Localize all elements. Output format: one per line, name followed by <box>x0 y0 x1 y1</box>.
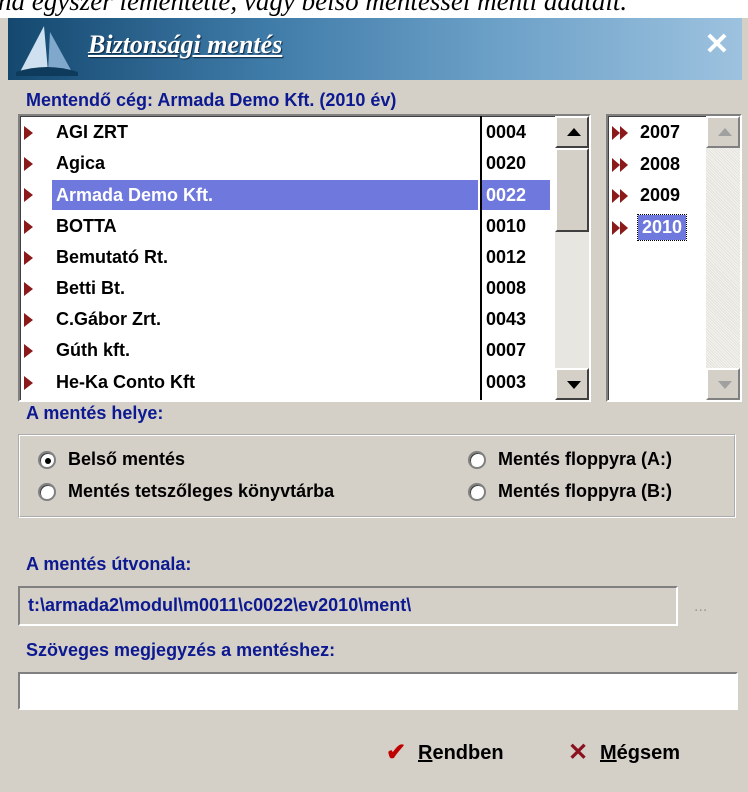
radio-dot <box>45 458 51 464</box>
armada-logo-icon <box>16 26 78 76</box>
company-code: 0004 <box>486 122 527 142</box>
arrow-up-icon <box>718 128 732 136</box>
company-row[interactable]: Betti Bt. 0008 <box>20 274 556 304</box>
path-field: t:\armada2\modul\m0011\c0022\ev2010\ment… <box>18 586 678 626</box>
company-name: Betti Bt. <box>56 278 125 298</box>
company-row[interactable]: C.Gábor Zrt. 0043 <box>20 305 556 335</box>
year-scroll-up-button[interactable] <box>706 116 740 148</box>
triangle-marker-icon <box>24 188 33 203</box>
triangle-marker-icon <box>24 126 33 140</box>
company-name: Gúth kft. <box>56 340 130 361</box>
browse-button[interactable]: ... <box>694 598 707 616</box>
year-row[interactable]: 2008 <box>608 150 704 180</box>
window-title: Biztonsági mentés <box>88 30 283 59</box>
triangle-marker-icon <box>24 157 33 172</box>
arrow-up-icon <box>567 128 581 136</box>
company-row[interactable]: Gúth kft. 0007 <box>20 336 556 366</box>
company-name: He-Ka Conto Kft <box>56 371 195 392</box>
company-name: Bemutató Rt. <box>56 246 168 267</box>
company-row[interactable]: Armada Demo Kft. 0022 <box>20 180 556 211</box>
triangle-marker-icon <box>24 219 33 234</box>
note-label: Szöveges megjegyzés a mentéshez: <box>26 640 336 660</box>
company-section-label: Mentendő cég: Armada Demo Kft. (2010 év) <box>26 90 397 110</box>
background-text: ha egyszer lementette, vagy belső mentés… <box>0 0 628 16</box>
scroll-down-button[interactable] <box>555 368 589 400</box>
radio-label: Mentés floppyra (B:) <box>498 481 673 501</box>
path-value: t:\armada2\modul\m0011\c0022\ev2010\ment… <box>28 595 412 615</box>
double-arrow-icon <box>612 220 628 235</box>
company-list[interactable]: He-Ka Conto Kft 0003 Gúth kft. 0007 C.Gábor … <box>18 114 591 402</box>
company-code: 0003 <box>486 371 527 392</box>
company-name: C.Gábor Zrt. <box>56 309 162 330</box>
radio-label: Belső mentés <box>68 449 186 469</box>
company-code: 0010 <box>486 215 527 236</box>
checkmark-icon: ✔ <box>386 739 407 766</box>
year-row[interactable]: 2007 <box>608 118 704 148</box>
arrow-down-icon <box>567 381 581 389</box>
radio-circle <box>468 483 486 501</box>
ok-label: Rendben <box>418 742 504 765</box>
company-code: 0043 <box>486 309 527 330</box>
company-code: 0008 <box>486 278 527 298</box>
company-code: 0022 <box>482 180 550 211</box>
company-name: BOTTA <box>56 215 117 236</box>
triangle-marker-icon <box>24 250 33 265</box>
cross-icon: ✕ <box>568 739 589 766</box>
company-code: 0007 <box>486 340 527 361</box>
double-arrow-icon <box>612 126 628 140</box>
radio-circle <box>38 451 56 469</box>
company-row[interactable]: He-Ka Conto Kft 0003 <box>20 368 556 398</box>
year-label: 2007 <box>640 122 681 142</box>
company-row[interactable]: Bemutató Rt. 0012 <box>20 243 556 273</box>
background-window-text: ha egyszer lementette, vagy belső mentés… <box>0 0 748 18</box>
year-label: 2010 <box>636 213 688 241</box>
triangle-marker-icon <box>24 344 33 359</box>
path-label: A mentés útvonala: <box>26 554 192 574</box>
company-row[interactable]: Agica 0020 <box>20 149 556 179</box>
title-bar[interactable]: Biztonsági mentés ✕ <box>8 18 742 80</box>
year-row[interactable]: 2010 <box>608 213 704 243</box>
year-list-scrollbar[interactable] <box>706 116 740 400</box>
year-label: 2008 <box>640 153 681 174</box>
company-code: 0020 <box>486 153 527 174</box>
company-name: Armada Demo Kft. <box>52 180 478 211</box>
triangle-marker-icon <box>24 282 33 296</box>
radio-circle <box>468 451 486 469</box>
year-row[interactable]: 2009 <box>608 181 704 211</box>
ok-label-rest: endben <box>432 742 504 764</box>
company-row[interactable]: AGI ZRT 0004 <box>20 118 556 148</box>
company-list-scrollbar[interactable] <box>555 116 589 400</box>
arrow-down-icon <box>718 381 732 389</box>
radio-label: Mentés floppyra (A:) <box>498 449 673 469</box>
ok-mnemonic: R <box>418 742 433 764</box>
triangle-marker-icon <box>24 313 33 328</box>
double-arrow-icon <box>612 157 628 172</box>
backup-dialog: Biztonsági mentés ✕ Mentendő cég: Armada… <box>0 18 748 792</box>
company-name: AGI ZRT <box>56 122 128 142</box>
year-list[interactable]: 2010 2009 2008 2007 <box>606 114 742 402</box>
location-options: Belső mentés Mentés tetszőleges könyvtár… <box>18 434 736 518</box>
company-name: Agica <box>56 153 106 174</box>
double-arrow-icon <box>612 189 628 203</box>
note-input[interactable] <box>18 672 738 710</box>
location-label: A mentés helye: <box>26 403 164 423</box>
year-scroll-down-button[interactable] <box>706 368 740 400</box>
company-row[interactable]: BOTTA 0010 <box>20 212 556 242</box>
radio-label: Mentés tetszőleges könyvtárba <box>68 481 335 501</box>
scroll-up-button[interactable] <box>555 116 589 148</box>
scroll-thumb[interactable] <box>555 148 589 232</box>
column-separator <box>480 116 482 400</box>
cancel-label-rest: égsem <box>616 742 681 764</box>
company-code: 0012 <box>486 246 527 267</box>
cancel-mnemonic: M <box>600 742 617 764</box>
cancel-label: Mégsem <box>600 742 680 765</box>
triangle-marker-icon <box>24 375 33 390</box>
radio-circle <box>38 483 56 501</box>
year-label: 2009 <box>640 185 681 205</box>
close-icon[interactable]: ✕ <box>702 30 732 60</box>
